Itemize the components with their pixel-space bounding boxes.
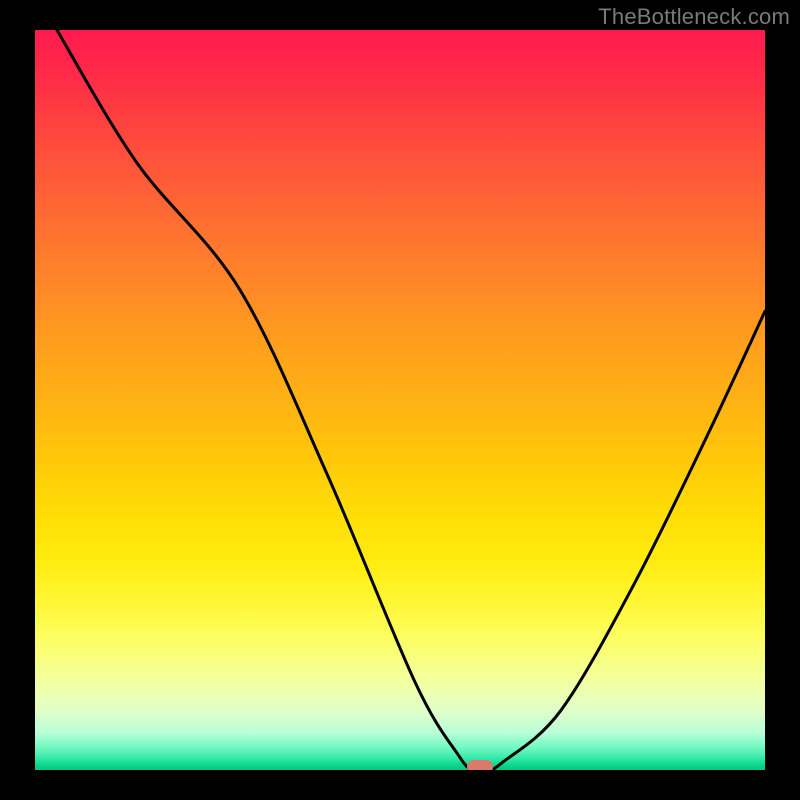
bottleneck-curve-line xyxy=(57,30,765,770)
curve-svg xyxy=(35,30,765,770)
optimal-marker xyxy=(467,760,493,770)
watermark-text: TheBottleneck.com xyxy=(598,4,790,30)
plot-area xyxy=(35,30,765,770)
chart-container: TheBottleneck.com xyxy=(0,0,800,800)
